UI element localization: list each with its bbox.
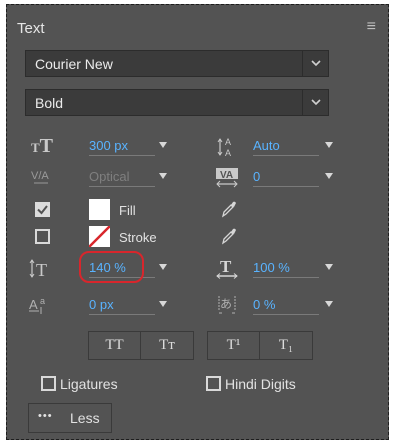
small-caps-button[interactable]: Tт xyxy=(141,332,193,359)
chevron-down-icon[interactable] xyxy=(302,90,328,115)
font-family-dropdown[interactable]: Courier New xyxy=(25,50,329,77)
eyedropper-icon[interactable] xyxy=(221,227,237,245)
font-size-icon: TT xyxy=(31,135,54,157)
panel-title: Text xyxy=(17,20,45,37)
font-style-value: Bold xyxy=(35,95,64,111)
kerning-dropdown-arrow[interactable] xyxy=(159,173,167,179)
tracking-icon: VA xyxy=(215,168,239,188)
tracking-dropdown-arrow[interactable] xyxy=(325,173,333,179)
tsume-icon: あ xyxy=(217,295,239,315)
tracking-input[interactable]: 0 xyxy=(253,168,319,187)
kerning-tracking-row: V/A Optical VA 0 xyxy=(7,167,388,193)
baseline-shift-dropdown-arrow[interactable] xyxy=(159,301,167,307)
svg-text:A: A xyxy=(29,297,38,312)
svg-text:あ: あ xyxy=(220,297,232,311)
svg-text:a: a xyxy=(40,296,45,306)
vertical-scale-dropdown-arrow[interactable] xyxy=(159,264,167,270)
baseline-shift-icon: A a xyxy=(29,295,53,315)
kerning-input[interactable]: Optical xyxy=(89,168,155,187)
stroke-label: Stroke xyxy=(119,230,157,245)
chevron-down-icon[interactable] xyxy=(302,51,328,76)
horizontal-scale-input[interactable]: 100 % xyxy=(253,259,319,278)
stroke-row: Stroke xyxy=(7,225,388,251)
panel-menu-icon[interactable]: ≡ xyxy=(367,19,376,35)
baseline-tsume-row: A a 0 px あ 0 % xyxy=(7,295,388,321)
fill-checkbox[interactable] xyxy=(35,202,50,217)
options-row: Ligatures Hindi Digits xyxy=(7,372,388,398)
font-size-input[interactable]: 300 px xyxy=(89,137,155,156)
all-caps-button[interactable]: TT xyxy=(89,332,141,359)
tsume-dropdown-arrow[interactable] xyxy=(325,301,333,307)
fill-label: Fill xyxy=(119,203,136,218)
panel-titlebar: Text ≡ xyxy=(7,5,388,49)
font-style-dropdown[interactable]: Bold xyxy=(25,89,329,116)
subscript-button[interactable]: T₁ xyxy=(260,332,312,359)
font-size-dropdown-arrow[interactable] xyxy=(159,142,167,148)
stroke-color-swatch[interactable] xyxy=(89,226,110,247)
svg-text:V/A: V/A xyxy=(31,170,49,182)
leading-dropdown-arrow[interactable] xyxy=(325,142,333,148)
vertical-scale-icon: T xyxy=(29,258,53,280)
stroke-checkbox[interactable] xyxy=(35,229,50,244)
ligatures-label: Ligatures xyxy=(60,376,118,392)
less-button-label: Less xyxy=(70,410,100,426)
kerning-icon: V/A xyxy=(31,167,51,187)
svg-text:T: T xyxy=(36,260,47,280)
eyedropper-icon[interactable] xyxy=(221,200,237,218)
svg-text:A: A xyxy=(225,137,231,147)
horizontal-scale-icon: T xyxy=(215,258,239,280)
ligatures-checkbox[interactable] xyxy=(41,376,56,391)
hindi-digits-label: Hindi Digits xyxy=(225,376,296,392)
leading-input[interactable]: Auto xyxy=(253,137,319,156)
font-family-value: Courier New xyxy=(35,56,113,72)
less-button[interactable]: ••• Less xyxy=(28,403,112,433)
text-panel: Text ≡ Courier New Bold TT 300 px A A Au… xyxy=(6,4,389,440)
baseline-shift-input[interactable]: 0 px xyxy=(89,296,155,315)
hindi-digits-checkbox[interactable] xyxy=(206,376,221,391)
caps-button-group: TT Tт xyxy=(88,331,194,360)
svg-text:T: T xyxy=(220,258,232,276)
tsume-input[interactable]: 0 % xyxy=(253,296,319,315)
svg-text:A: A xyxy=(225,148,231,158)
scale-row: T 140 % T 100 % xyxy=(7,251,388,284)
script-button-group: T¹ T₁ xyxy=(207,331,313,360)
svg-text:VA: VA xyxy=(220,170,233,181)
more-dots-icon: ••• xyxy=(38,410,53,422)
highlight-annotation xyxy=(79,251,144,283)
horizontal-scale-dropdown-arrow[interactable] xyxy=(325,264,333,270)
superscript-button[interactable]: T¹ xyxy=(208,332,260,359)
size-leading-row: TT 300 px A A Auto xyxy=(7,135,388,162)
leading-icon: A A xyxy=(217,136,235,158)
fill-row: Fill xyxy=(7,198,388,224)
fill-color-swatch[interactable] xyxy=(89,199,110,220)
